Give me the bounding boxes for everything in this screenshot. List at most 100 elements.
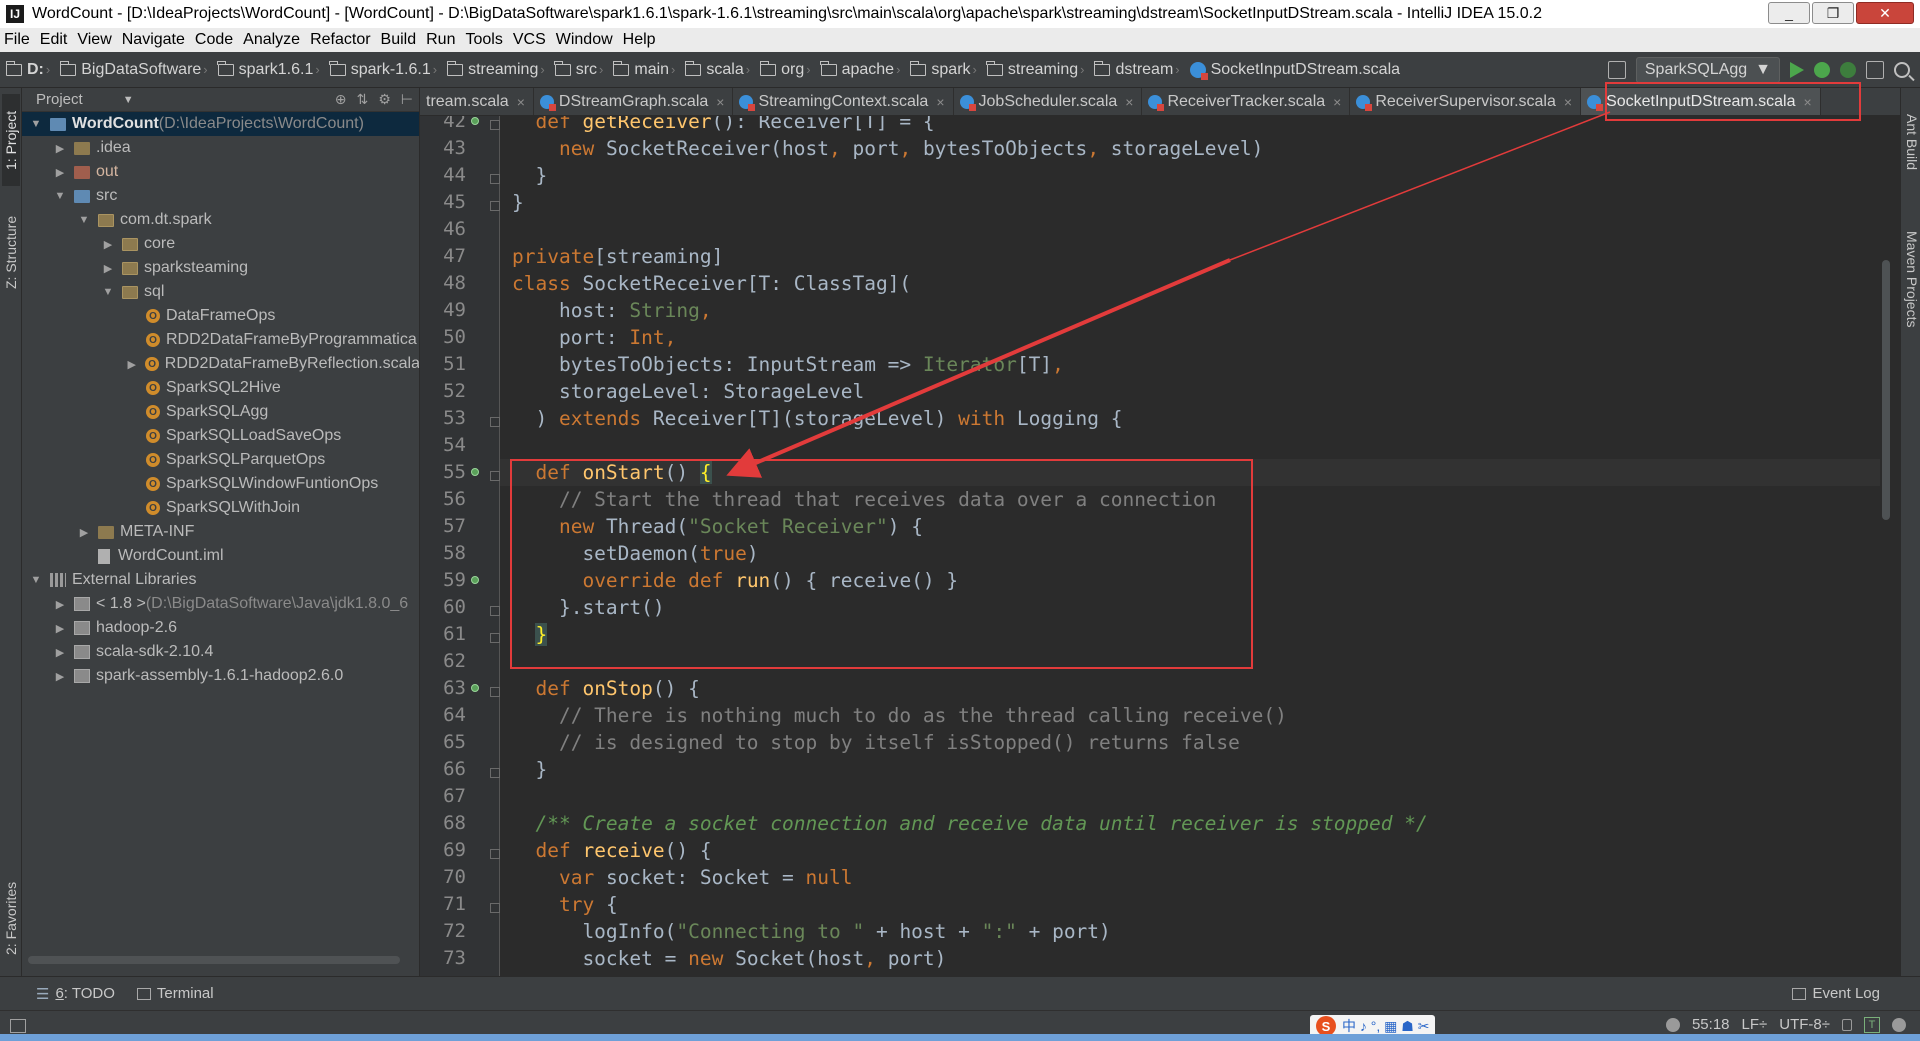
- collapse-arrow-icon[interactable]: ▶: [54, 646, 66, 659]
- code-line[interactable]: logInfo("Connecting to " + host + ":" + …: [500, 918, 1880, 945]
- override-marker-icon[interactable]: [471, 117, 479, 125]
- breadcrumb-item[interactable]: streaming ›: [446, 60, 551, 79]
- tree-item[interactable]: ▶ .idea: [22, 136, 419, 160]
- breadcrumb-item[interactable]: dstream ›: [1093, 60, 1185, 79]
- editor-tab[interactable]: StreamingContext.scala ×: [733, 88, 954, 115]
- tree-item[interactable]: ▶OSparkSQLParquetOps: [22, 448, 419, 472]
- tree-item[interactable]: ▶ O RDD2DataFrameByReflection.scala: [22, 352, 419, 376]
- editor-tab[interactable]: tream.scala ×: [420, 88, 534, 115]
- menu-view[interactable]: View: [77, 31, 111, 49]
- tree-item[interactable]: ▶ hadoop-2.6: [22, 616, 419, 640]
- fold-marker-icon[interactable]: [490, 120, 500, 130]
- tree-item[interactable]: ▼ sql: [22, 280, 419, 304]
- panel-title[interactable]: Project: [36, 91, 83, 108]
- scrollbar-thumb[interactable]: [1882, 260, 1890, 520]
- menu-window[interactable]: Window: [556, 31, 613, 49]
- breadcrumb-item[interactable]: scala ›: [684, 60, 756, 79]
- code-line[interactable]: /** Create a socket connection and recei…: [500, 810, 1880, 837]
- breadcrumb-item[interactable]: spark ›: [909, 60, 982, 79]
- collapse-arrow-icon[interactable]: ▶: [54, 166, 66, 179]
- tree-item[interactable]: ▼ com.dt.spark: [22, 208, 419, 232]
- collapse-arrow-icon[interactable]: ▶: [78, 526, 90, 539]
- close-tab-icon[interactable]: ×: [1333, 94, 1341, 110]
- fold-marker-icon[interactable]: [490, 471, 500, 481]
- close-tab-icon[interactable]: ×: [1564, 94, 1572, 110]
- override-marker-icon[interactable]: [471, 576, 479, 584]
- menu-code[interactable]: Code: [195, 31, 233, 49]
- menu-navigate[interactable]: Navigate: [122, 31, 185, 49]
- tab-structure-tool[interactable]: Z: Structure: [2, 202, 20, 302]
- menu-run[interactable]: Run: [426, 31, 455, 49]
- tree-item[interactable]: ▶ core: [22, 232, 419, 256]
- override-marker-icon[interactable]: [471, 468, 479, 476]
- fold-marker-icon[interactable]: [490, 417, 500, 427]
- project-structure-icon[interactable]: [1866, 61, 1884, 79]
- breadcrumb-item[interactable]: spark-1.6.1 ›: [329, 60, 443, 79]
- build-project-icon[interactable]: [1607, 61, 1626, 79]
- code-line[interactable]: try {: [500, 891, 1880, 918]
- lock-icon[interactable]: [1842, 1018, 1852, 1031]
- menu-edit[interactable]: Edit: [40, 31, 68, 49]
- tree-item[interactable]: ▶ sparksteaming: [22, 256, 419, 280]
- close-tab-icon[interactable]: ×: [517, 94, 525, 110]
- code-line[interactable]: port: Int,: [500, 324, 1880, 351]
- code-line[interactable]: }: [500, 189, 1880, 216]
- breadcrumb-item[interactable]: BigDataSoftware ›: [59, 60, 213, 79]
- tree-item[interactable]: ▶OSparkSQLWithJoin: [22, 496, 419, 520]
- breadcrumb-file[interactable]: SocketInputDStream.scala: [1189, 61, 1400, 80]
- collapse-arrow-icon[interactable]: ▶: [102, 262, 114, 275]
- tree-item[interactable]: ▶ scala-sdk-2.10.4: [22, 640, 419, 664]
- minimize-button[interactable]: _: [1768, 2, 1810, 24]
- menu-file[interactable]: File: [4, 31, 30, 49]
- expand-arrow-icon[interactable]: ▼: [30, 574, 42, 586]
- breadcrumb-item[interactable]: main ›: [612, 60, 681, 79]
- code-line[interactable]: def receive() {: [500, 837, 1880, 864]
- menu-help[interactable]: Help: [623, 31, 656, 49]
- breadcrumb-item[interactable]: streaming ›: [986, 60, 1091, 79]
- tree-item[interactable]: ▶OSparkSQLLoadSaveOps: [22, 424, 419, 448]
- debug-icon[interactable]: [1814, 62, 1830, 78]
- close-tab-icon[interactable]: ×: [936, 94, 944, 110]
- close-tab-icon[interactable]: ×: [716, 94, 724, 110]
- editor-tab[interactable]: ReceiverTracker.scala ×: [1142, 88, 1351, 115]
- fold-marker-icon[interactable]: [490, 606, 500, 616]
- breadcrumb-item[interactable]: org ›: [759, 60, 816, 79]
- tree-item[interactable]: ▶OSparkSQLWindowFuntionOps: [22, 472, 419, 496]
- close-tab-icon[interactable]: ×: [1125, 94, 1133, 110]
- expand-arrow-icon[interactable]: ▼: [30, 118, 42, 130]
- tab-maven-projects[interactable]: Maven Projects: [1903, 214, 1920, 344]
- coverage-icon[interactable]: [1840, 62, 1856, 78]
- code-line[interactable]: class SocketReceiver[T: ClassTag](: [500, 270, 1880, 297]
- close-button[interactable]: ✕: [1856, 2, 1914, 24]
- file-encoding[interactable]: UTF-8÷: [1779, 1016, 1830, 1033]
- chevron-down-icon[interactable]: ▼: [123, 94, 134, 106]
- code-line[interactable]: host: String,: [500, 297, 1880, 324]
- code-line[interactable]: bytesToObjects: InputStream => Iterator[…: [500, 351, 1880, 378]
- gear-icon[interactable]: ⚙: [378, 91, 391, 108]
- tree-item[interactable]: ▶WordCount.iml: [22, 544, 419, 568]
- tree-item[interactable]: ▶ META-INF: [22, 520, 419, 544]
- menu-refactor[interactable]: Refactor: [310, 31, 370, 49]
- tree-item[interactable]: ▶OSparkSQL2Hive: [22, 376, 419, 400]
- code-line[interactable]: def onStop() {: [500, 675, 1880, 702]
- tree-item[interactable]: ▶ORDD2DataFrameByProgrammatica: [22, 328, 419, 352]
- collapse-arrow-icon[interactable]: ▶: [102, 238, 114, 251]
- event-log-button[interactable]: Event Log: [1792, 985, 1880, 1002]
- fold-marker-icon[interactable]: [490, 633, 500, 643]
- expand-arrow-icon[interactable]: ▼: [102, 286, 114, 298]
- fold-marker-icon[interactable]: [490, 849, 500, 859]
- menu-analyze[interactable]: Analyze: [243, 31, 300, 49]
- terminal-tool-button[interactable]: Terminal: [136, 985, 214, 1002]
- maximize-button[interactable]: ❐: [1812, 2, 1854, 24]
- todo-tool-button[interactable]: ☰ 6: TODO: [36, 985, 115, 1003]
- run-icon[interactable]: [1790, 62, 1804, 78]
- tree-item[interactable]: ▼ src: [22, 184, 419, 208]
- collapse-arrow-icon[interactable]: ▶: [54, 670, 66, 683]
- horizontal-scrollbar[interactable]: [28, 956, 400, 964]
- tree-item[interactable]: ▶ODataFrameOps: [22, 304, 419, 328]
- run-config-select[interactable]: SparkSQLAgg ▼: [1635, 57, 1780, 83]
- breadcrumb-item[interactable]: apache ›: [820, 60, 907, 79]
- code-line[interactable]: new SocketReceiver(host, port, bytesToOb…: [500, 135, 1880, 162]
- collapse-all-icon[interactable]: ⇅: [357, 91, 369, 108]
- line-separator[interactable]: LF÷: [1742, 1016, 1768, 1033]
